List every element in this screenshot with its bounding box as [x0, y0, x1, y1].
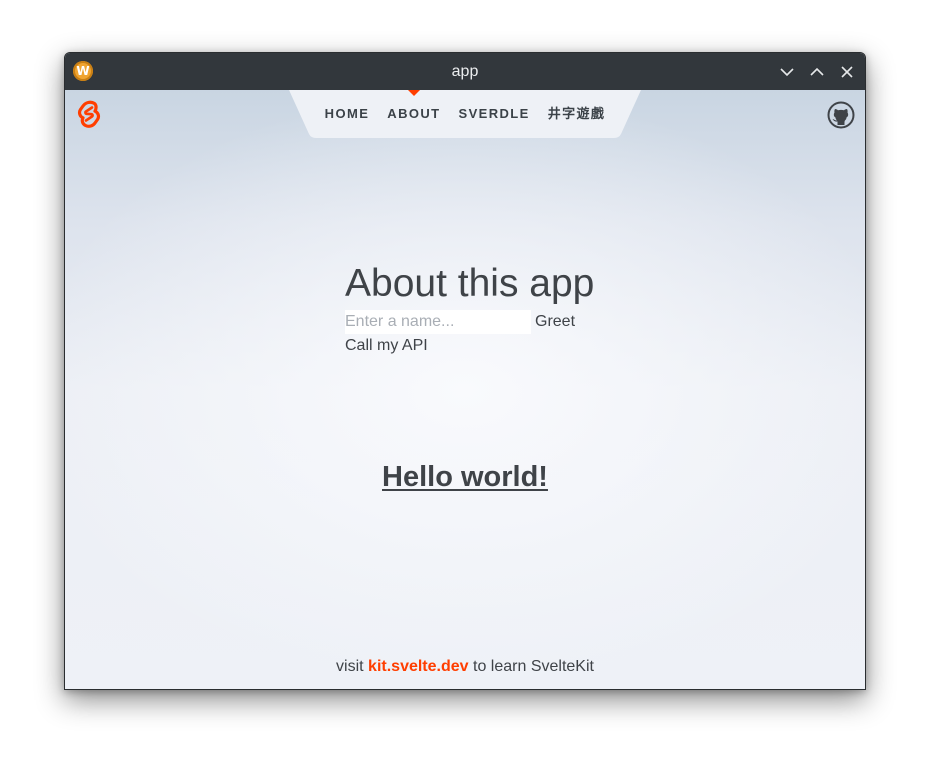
github-link[interactable] [827, 101, 855, 129]
nav-home[interactable]: HOME [316, 90, 379, 138]
page-content: HOME ABOUT SVERDLE 井字遊戲 About this app G… [65, 90, 865, 689]
hello-message: Hello world! [382, 461, 548, 493]
footer-suffix: to learn SvelteKit [473, 658, 594, 675]
nav-tic-tac-toe[interactable]: 井字遊戲 [539, 90, 615, 138]
page-title: About this app [345, 262, 595, 305]
api-row: Call my API [345, 334, 645, 358]
about-section: About this app Greet Call my API [345, 262, 645, 358]
call-api-button[interactable]: Call my API [345, 337, 428, 355]
minimize-button[interactable] [776, 61, 798, 83]
footer-prefix: visit [336, 658, 364, 675]
github-icon [827, 101, 855, 129]
maximize-button[interactable] [806, 61, 828, 83]
chevron-up-icon [810, 67, 824, 76]
title-bar[interactable]: W app [65, 53, 865, 90]
close-button[interactable] [836, 61, 858, 83]
app-window: W app HOME ABOUT SVERDLE 井字遊戲 About this… [64, 52, 866, 690]
name-input[interactable] [345, 310, 531, 334]
window-title: app [451, 63, 479, 80]
nav-about[interactable]: ABOUT [378, 90, 449, 138]
svelte-logo-link[interactable] [75, 98, 103, 130]
nav-list: HOME ABOUT SVERDLE 井字遊戲 [289, 90, 641, 138]
chevron-down-icon [780, 68, 794, 77]
greet-row: Greet [345, 310, 645, 334]
nav-sverdle[interactable]: SVERDLE [450, 90, 539, 138]
main-nav: HOME ABOUT SVERDLE 井字遊戲 [289, 90, 641, 138]
greet-button[interactable]: Greet [535, 313, 575, 331]
kit-svelte-link[interactable]: kit.svelte.dev [368, 658, 469, 675]
svelte-logo-icon [77, 100, 101, 128]
close-icon [841, 66, 853, 78]
footer: visit kit.svelte.dev to learn SvelteKit [65, 656, 865, 678]
